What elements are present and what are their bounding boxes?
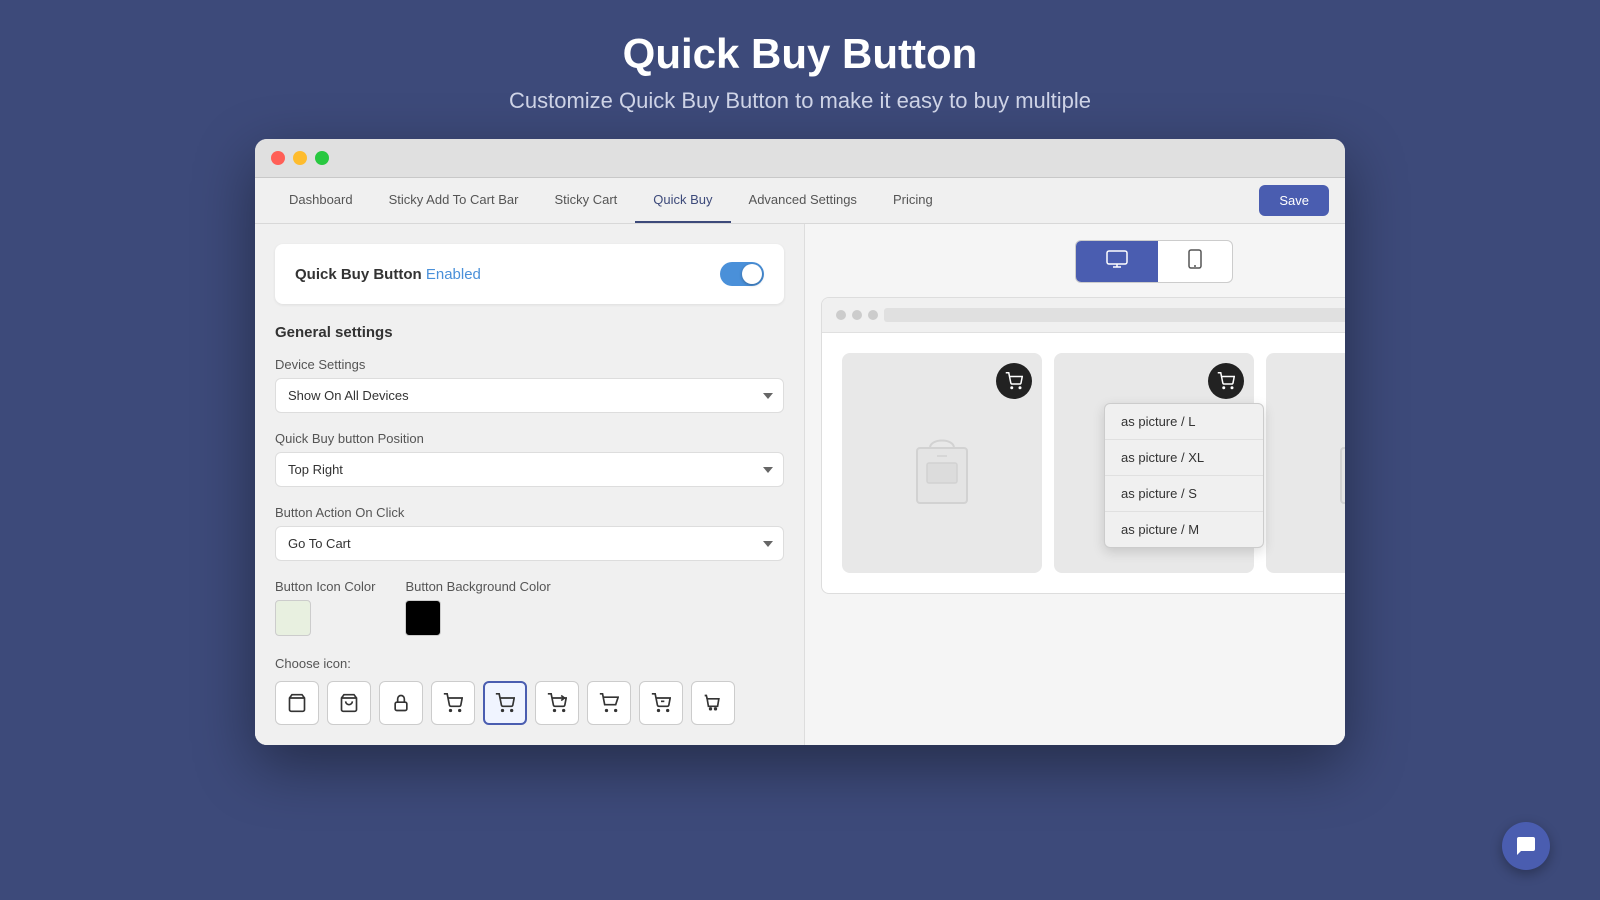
general-settings-section: General settings Device Settings Show On… xyxy=(275,324,784,725)
main-content: Quick Buy Button Enabled General setting… xyxy=(255,224,1345,745)
icon-color-group: Button Icon Color xyxy=(275,579,375,636)
button-action-group: Button Action On Click Go To CartAdd To … xyxy=(275,505,784,561)
page-title: Quick Buy Button xyxy=(509,30,1091,78)
tab-advanced-settings[interactable]: Advanced Settings xyxy=(731,178,875,223)
icon-btn-cart-simple[interactable] xyxy=(691,681,735,725)
position-label: Quick Buy button Position xyxy=(275,431,784,446)
right-panel: as picture / L as picture / XL as pictur… xyxy=(805,224,1345,745)
nav-tabs: Dashboard Sticky Add To Cart Bar Sticky … xyxy=(255,178,1345,224)
browser-dot-1 xyxy=(836,310,846,320)
save-button[interactable]: Save xyxy=(1259,185,1329,216)
cart-button-card-1[interactable] xyxy=(996,363,1032,399)
dropdown-item-xl[interactable]: as picture / XL xyxy=(1105,440,1263,476)
close-button[interactable] xyxy=(271,151,285,165)
icon-chooser: Choose icon: xyxy=(275,656,784,725)
browser-dot-2 xyxy=(852,310,862,320)
icon-btn-bag-outline[interactable] xyxy=(327,681,371,725)
icon-btn-cart-dark[interactable] xyxy=(587,681,631,725)
tab-sticky-add-to-cart-bar[interactable]: Sticky Add To Cart Bar xyxy=(371,178,537,223)
device-settings-label: Device Settings xyxy=(275,357,784,372)
tab-quick-buy[interactable]: Quick Buy xyxy=(635,178,730,223)
minimize-button[interactable] xyxy=(293,151,307,165)
section-title: General settings xyxy=(275,324,784,341)
device-toggle-bar xyxy=(821,240,1345,283)
button-action-select[interactable]: Go To CartAdd To CartQuick View xyxy=(275,526,784,561)
color-row: Button Icon Color Button Background Colo… xyxy=(275,579,784,636)
quick-buy-toggle-card: Quick Buy Button Enabled xyxy=(275,244,784,304)
nav-tabs-list: Dashboard Sticky Add To Cart Bar Sticky … xyxy=(271,178,1259,223)
icon-color-label: Button Icon Color xyxy=(275,579,375,594)
icon-color-swatch[interactable] xyxy=(275,600,311,636)
dropdown-item-l[interactable]: as picture / L xyxy=(1105,404,1263,440)
app-window: Dashboard Sticky Add To Cart Bar Sticky … xyxy=(255,139,1345,745)
tab-sticky-cart[interactable]: Sticky Cart xyxy=(536,178,635,223)
bg-color-swatch[interactable] xyxy=(405,600,441,636)
tab-pricing[interactable]: Pricing xyxy=(875,178,951,223)
product-card-2: as picture / L as picture / XL as pictur… xyxy=(1054,353,1254,573)
product-card-1 xyxy=(842,353,1042,573)
icon-btn-cart-dash[interactable] xyxy=(639,681,683,725)
browser-mockup: as picture / L as picture / XL as pictur… xyxy=(821,297,1345,594)
dropdown-item-s[interactable]: as picture / S xyxy=(1105,476,1263,512)
browser-dot-3 xyxy=(868,310,878,320)
quick-buy-toggle[interactable] xyxy=(720,262,764,286)
choose-icon-label: Choose icon: xyxy=(275,656,784,671)
browser-url-bar xyxy=(884,308,1345,322)
device-settings-group: Device Settings Show On All DevicesDeskt… xyxy=(275,357,784,413)
device-settings-select[interactable]: Show On All DevicesDesktop OnlyMobile On… xyxy=(275,378,784,413)
device-toggle xyxy=(1075,240,1233,283)
enabled-badge: Enabled xyxy=(426,266,481,283)
browser-bar xyxy=(822,298,1345,333)
icon-btn-bag-simple[interactable] xyxy=(275,681,319,725)
dropdown-item-m[interactable]: as picture / M xyxy=(1105,512,1263,547)
position-group: Quick Buy button Position Top RightTop L… xyxy=(275,431,784,487)
icon-btn-bag-lock[interactable] xyxy=(379,681,423,725)
icon-btn-cart-arrow[interactable] xyxy=(535,681,579,725)
page-header: Quick Buy Button Customize Quick Buy But… xyxy=(509,30,1091,114)
left-panel: Quick Buy Button Enabled General setting… xyxy=(255,224,805,745)
window-titlebar xyxy=(255,139,1345,178)
mobile-view-button[interactable] xyxy=(1158,241,1232,282)
bg-color-group: Button Background Color xyxy=(405,579,550,636)
icon-btn-cart-right[interactable] xyxy=(431,681,475,725)
toggle-label: Quick Buy Button Enabled xyxy=(295,266,481,283)
page-subtitle: Customize Quick Buy Button to make it ea… xyxy=(509,88,1091,114)
icon-btn-cart-filled[interactable] xyxy=(483,681,527,725)
bg-color-label: Button Background Color xyxy=(405,579,550,594)
tab-dashboard[interactable]: Dashboard xyxy=(271,178,371,223)
maximize-button[interactable] xyxy=(315,151,329,165)
icon-grid xyxy=(275,681,784,725)
product-card-3 xyxy=(1266,353,1345,573)
cart-button-card-2[interactable] xyxy=(1208,363,1244,399)
chat-bubble[interactable] xyxy=(1502,822,1550,870)
desktop-view-button[interactable] xyxy=(1076,241,1158,282)
variant-dropdown: as picture / L as picture / XL as pictur… xyxy=(1104,403,1264,548)
button-action-label: Button Action On Click xyxy=(275,505,784,520)
position-select[interactable]: Top RightTop LeftBottom RightBottom Left xyxy=(275,452,784,487)
product-grid: as picture / L as picture / XL as pictur… xyxy=(822,333,1345,593)
